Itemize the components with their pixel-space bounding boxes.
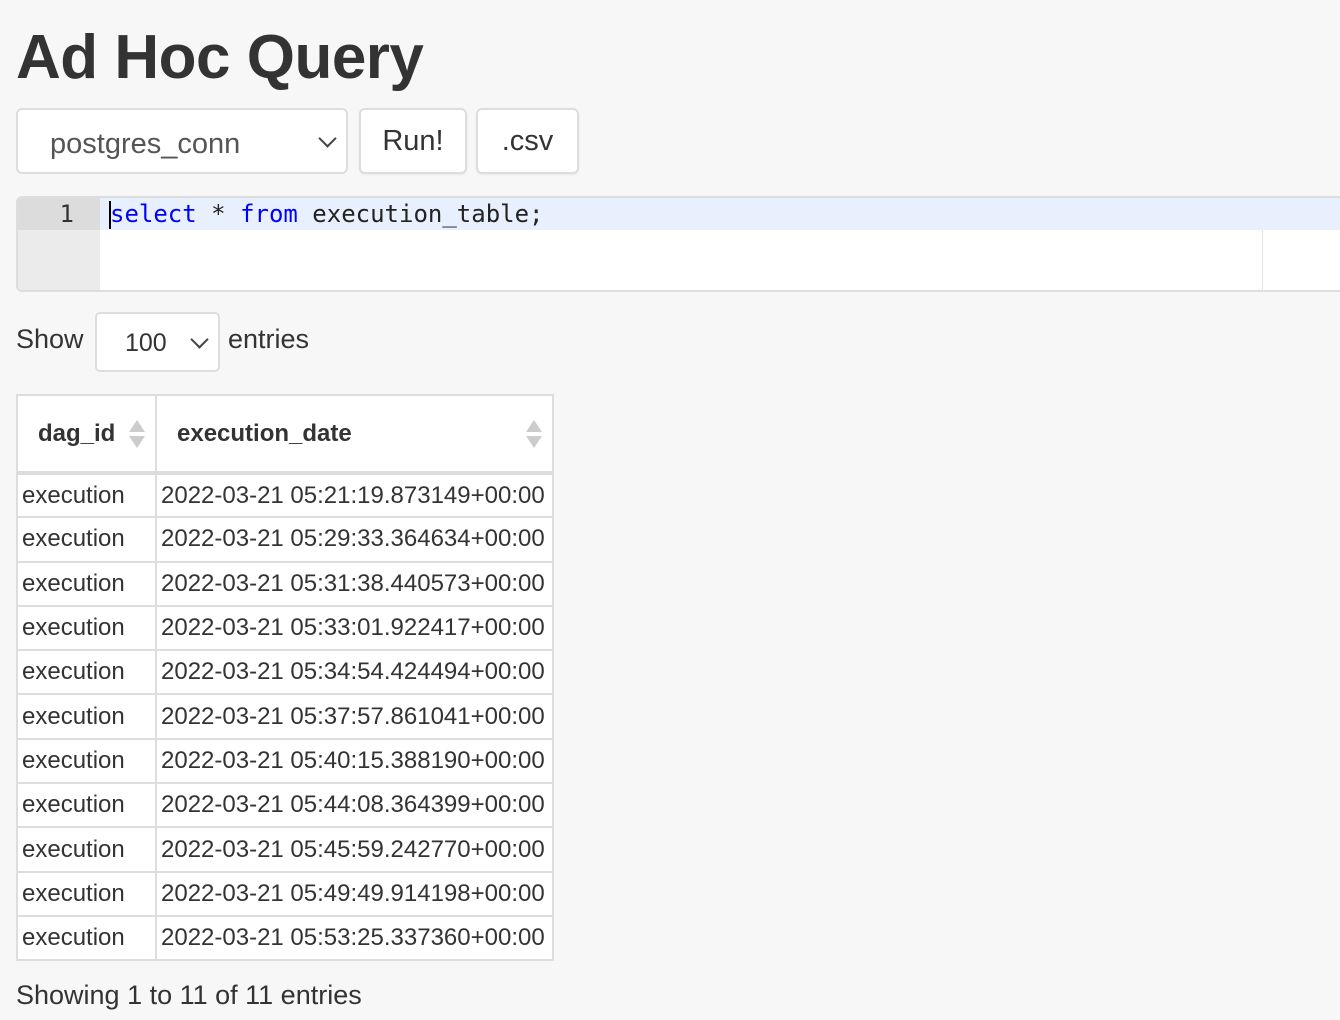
table-body: execution 2022-03-21 05:21:19.873149+00:0… [16,471,554,962]
cell-dag-id: execution [16,693,157,740]
cell-execution-date: 2022-03-21 05:29:33.364634+00:00 [155,516,554,563]
cell-dag-id: execution [16,471,157,519]
cell-dag-id: execution [16,604,157,652]
cell-dag-id: execution [16,914,157,962]
cell-execution-date: 2022-03-21 05:53:25.337360+00:00 [155,914,554,962]
text-cursor [109,201,111,229]
cell-execution-date: 2022-03-21 05:31:38.440573+00:00 [155,560,554,607]
cell-dag-id: execution [16,560,157,607]
table-row: execution 2022-03-21 05:45:59.242770+00:0… [16,826,554,873]
table-row: execution 2022-03-21 05:53:25.337360+00:0… [16,914,554,962]
cell-execution-date: 2022-03-21 05:34:54.424494+00:00 [155,649,554,696]
table-info: Showing 1 to 11 of 11 entries [16,980,362,1010]
table-row: execution 2022-03-21 05:29:33.364634+00:0… [16,516,554,563]
chevron-down-icon [190,330,209,349]
column-header-label: execution_date [177,420,352,447]
table-row: execution 2022-03-21 05:37:57.861041+00:0… [16,693,554,740]
chevron-down-icon [318,129,337,148]
line-number: 1 [18,198,100,230]
run-button[interactable]: Run! [359,108,467,174]
cell-execution-date: 2022-03-21 05:33:01.922417+00:00 [155,604,554,652]
sort-both-icon [129,420,145,450]
cell-execution-date: 2022-03-21 05:45:59.242770+00:00 [155,826,554,873]
table-row: execution 2022-03-21 05:21:19.873149+00:0… [16,471,554,519]
csv-export-button[interactable]: .csv [476,108,579,174]
editor-gutter: 1 [18,198,100,290]
keyword-select: select [110,200,197,228]
cell-execution-date: 2022-03-21 05:40:15.388190+00:00 [155,737,554,785]
cell-dag-id: execution [16,516,157,563]
cell-execution-date: 2022-03-21 05:49:49.914198+00:00 [155,870,554,917]
page-title: Ad Hoc Query [16,23,424,92]
cell-dag-id: execution [16,870,157,917]
table-row: execution 2022-03-21 05:34:54.424494+00:0… [16,649,554,696]
table-row: execution 2022-03-21 05:44:08.364399+00:0… [16,782,554,829]
print-margin [1262,230,1263,290]
entries-label: entries [228,324,310,354]
cell-execution-date: 2022-03-21 05:21:19.873149+00:00 [155,471,554,519]
cell-execution-date: 2022-03-21 05:44:08.364399+00:00 [155,782,554,829]
table-row: execution 2022-03-21 05:33:01.922417+00:0… [16,604,554,652]
connection-select-value: postgres_conn [50,128,241,160]
cell-dag-id: execution [16,782,157,829]
table-row: execution 2022-03-21 05:49:49.914198+00:0… [16,870,554,917]
column-header-dag-id[interactable]: dag_id [16,394,157,475]
results-table: dag_id execution_date execution 2022-03-2… [16,394,554,962]
connection-select[interactable]: postgres_conn [16,108,348,174]
table-row: execution 2022-03-21 05:40:15.388190+00:0… [16,737,554,785]
query-star: * [196,200,241,228]
cell-dag-id: execution [16,826,157,873]
query-table-name: execution_table; [297,200,544,228]
show-label: Show [16,324,84,354]
sql-editor[interactable]: 1 select * from execution_table; [16,196,1340,292]
query-text[interactable]: select * from execution_table; [110,198,544,230]
column-header-label: dag_id [38,420,116,447]
cell-execution-date: 2022-03-21 05:37:57.861041+00:00 [155,693,554,740]
table-header-row: dag_id execution_date [16,394,554,475]
table-row: execution 2022-03-21 05:31:38.440573+00:0… [16,560,554,607]
keyword-from: from [240,200,298,228]
sort-both-icon [526,420,542,450]
cell-dag-id: execution [16,649,157,696]
ad-hoc-query-page: Ad Hoc Query postgres_conn Run! .csv 1 s… [0,0,1340,1020]
column-header-execution-date[interactable]: execution_date [155,394,554,475]
cell-dag-id: execution [16,737,157,785]
entries-count-select[interactable]: 100 [95,312,220,372]
entries-count-value: 100 [125,329,167,357]
